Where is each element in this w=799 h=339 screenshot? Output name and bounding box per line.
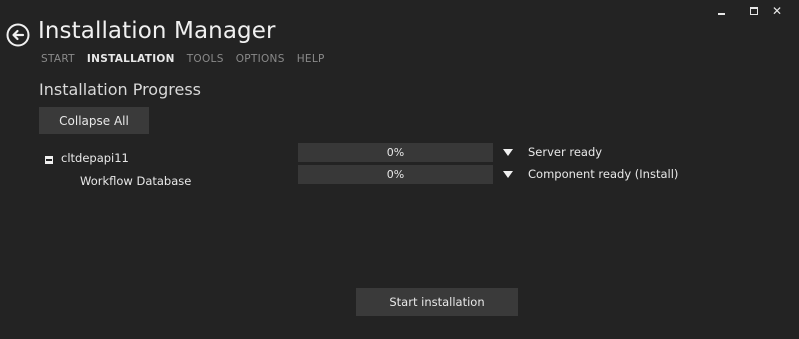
server-status-text: Server ready <box>528 145 603 159</box>
app-title: Installation Manager <box>38 18 276 44</box>
component-status-text: Component ready (Install) <box>528 167 679 181</box>
section-title: Installation Progress <box>39 80 201 99</box>
nav-item-tools[interactable]: TOOLS <box>187 53 224 65</box>
server-status-dropdown-icon[interactable] <box>503 149 513 156</box>
maximize-button[interactable] <box>744 3 764 19</box>
component-progress-label: 0% <box>386 168 405 181</box>
close-button[interactable]: ✕ <box>767 3 787 19</box>
component-name: Workflow Database <box>80 174 192 188</box>
main-nav: START INSTALLATION TOOLS OPTIONS HELP <box>41 53 337 65</box>
server-progress-label: 0% <box>386 146 405 159</box>
collapse-all-button[interactable]: Collapse All <box>39 107 149 134</box>
nav-item-options[interactable]: OPTIONS <box>236 53 285 65</box>
maximize-icon <box>750 7 758 15</box>
minimize-icon <box>717 12 725 15</box>
nav-item-installation[interactable]: INSTALLATION <box>87 53 175 65</box>
collapse-toggle-icon[interactable] <box>45 156 53 164</box>
nav-item-start[interactable]: START <box>41 53 75 65</box>
component-progress-bar: 0% <box>298 165 493 184</box>
minimize-button[interactable] <box>711 3 731 19</box>
component-status-dropdown-icon[interactable] <box>503 171 513 178</box>
start-installation-button[interactable]: Start installation <box>356 288 518 316</box>
nav-item-help[interactable]: HELP <box>297 53 325 65</box>
close-icon: ✕ <box>771 4 783 18</box>
server-progress-bar: 0% <box>298 143 493 162</box>
back-button[interactable] <box>6 23 30 47</box>
server-name: cltdepapi11 <box>61 151 129 165</box>
back-arrow-icon <box>6 23 30 47</box>
